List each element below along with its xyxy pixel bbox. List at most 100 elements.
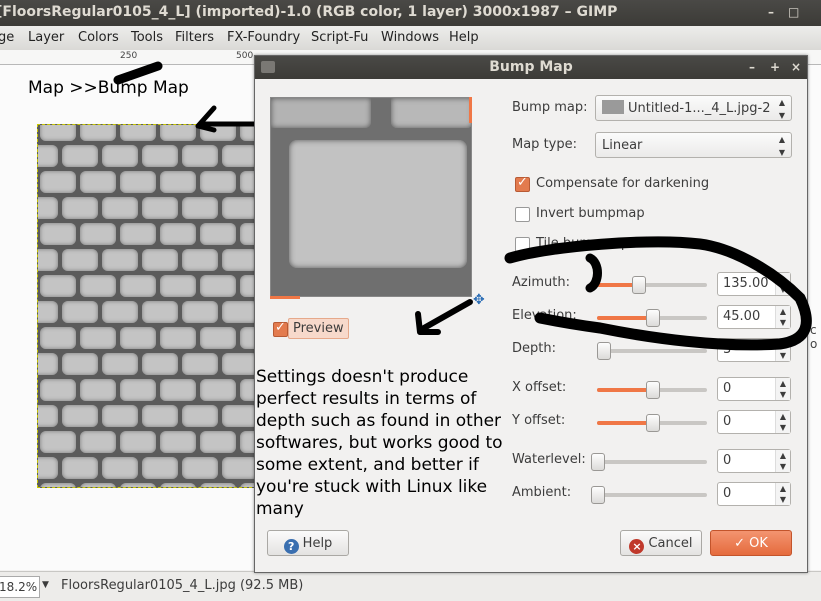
slider-spinbox[interactable]: 0 ▲ ▼ (717, 449, 791, 473)
cobblestone (102, 301, 138, 323)
slider-spinbox[interactable]: 0 ▲ ▼ (717, 410, 791, 434)
cobblestone (160, 275, 196, 297)
comment-annotation: Settings doesn't produce perfect results… (256, 367, 503, 519)
cobblestone (40, 379, 76, 401)
cobblestone (182, 249, 218, 271)
dialog-titlebar: Bump Map – + × (255, 56, 807, 79)
invert-bumpmap-checkbox[interactable] (515, 207, 530, 222)
cobblestone (182, 197, 218, 219)
cobblestone (222, 301, 256, 323)
cobblestone (200, 171, 236, 193)
decrement-icon[interactable]: ▼ (775, 461, 790, 472)
slider-track[interactable] (597, 381, 707, 399)
slider-handle[interactable] (591, 453, 605, 471)
window-title: [FloorsRegular0105_4_L] (imported)-1.0 (… (0, 4, 618, 20)
cobblestone (182, 457, 218, 479)
decrement-icon[interactable]: ▼ (775, 422, 790, 433)
increment-icon[interactable]: ▲ (775, 483, 790, 494)
decrement-icon[interactable]: ▼ (775, 389, 790, 400)
dialog-maximize-icon[interactable]: + (770, 56, 780, 79)
slider-label: Y offset: (512, 413, 566, 428)
cobblestone (80, 223, 116, 245)
increment-icon[interactable]: ▲ (775, 378, 790, 389)
increment-icon[interactable]: ▲ (775, 411, 790, 422)
preview-checkbox[interactable] (273, 320, 288, 337)
menu-colors[interactable]: Colors (78, 30, 119, 45)
ok-button[interactable]: ✓ OK (710, 530, 792, 556)
cobblestone (62, 353, 98, 375)
highlight-scribble-icon (415, 236, 812, 351)
cobblestone (62, 405, 98, 427)
slider-label: Ambient: (512, 485, 572, 500)
compensate-checkbox[interactable] (515, 175, 530, 192)
help-button[interactable]: ? Help (267, 530, 349, 556)
cobblestone (38, 353, 58, 375)
cancel-button[interactable]: × Cancel (620, 530, 702, 556)
help-icon: ? (283, 539, 299, 554)
preview-scrollbar[interactable] (270, 296, 300, 299)
zoom-field[interactable]: 18.2% (0, 576, 40, 598)
map-type-label: Map type: (512, 137, 577, 152)
cobblestone (142, 457, 178, 479)
bump-map-select[interactable]: Untitled-1..._4_L.jpg-2 ▲ ▼ (595, 95, 792, 121)
clipped-label-fragment: co (810, 323, 818, 351)
slider-spinbox[interactable]: 0 ▲ ▼ (717, 377, 791, 401)
cobblestone (102, 353, 138, 375)
menu-help[interactable]: Help (449, 30, 479, 45)
menu-script-fu[interactable]: Script-Fu (311, 30, 368, 45)
menu-tools[interactable]: Tools (131, 30, 163, 45)
menu-windows[interactable]: Windows (381, 30, 439, 45)
slider-handle[interactable] (646, 381, 660, 399)
cobblestone (40, 327, 76, 349)
map-type-select[interactable]: Linear ▲ ▼ (595, 132, 792, 158)
maximize-icon[interactable]: □ (788, 0, 799, 24)
cobblestone (200, 223, 236, 245)
dialog-minimize-icon[interactable]: – (749, 56, 755, 79)
minimize-icon[interactable]: – (768, 0, 774, 24)
status-file-info: FloorsRegular0105_4_L.jpg (92.5 MB) (61, 578, 304, 593)
slider-spinbox[interactable]: 0 ▲ ▼ (717, 482, 791, 506)
slider-track[interactable] (597, 414, 707, 432)
menu-fx-foundry[interactable]: FX-Foundry (227, 30, 300, 45)
menu-image[interactable]: ge (0, 30, 14, 45)
compensate-label: Compensate for darkening (536, 176, 710, 191)
slider-value: 0 (723, 453, 732, 468)
preview-vscrollbar[interactable] (469, 97, 472, 123)
decrement-icon[interactable]: ▼ (775, 494, 790, 505)
cobblestone (160, 171, 196, 193)
slider-handle[interactable] (646, 414, 660, 432)
map-type-value: Linear (602, 138, 643, 153)
cobblestone (102, 405, 138, 427)
cobblestone (222, 405, 256, 427)
cobblestone (80, 327, 116, 349)
slider-track[interactable] (591, 486, 707, 504)
slider-track[interactable] (591, 453, 707, 471)
cancel-label: Cancel (648, 536, 693, 551)
zoom-dropdown-icon[interactable]: ▼ (42, 580, 49, 590)
cobblestone (120, 379, 156, 401)
cobblestone (40, 171, 76, 193)
cobblestone (142, 249, 178, 271)
help-label: Help (302, 536, 333, 551)
slider-handle[interactable] (591, 486, 605, 504)
slider-value: 0 (723, 486, 732, 501)
slider-fill (597, 421, 652, 425)
slider-label: X offset: (512, 380, 567, 395)
cobblestone (142, 405, 178, 427)
combo-arrows-icon: ▲ ▼ (778, 98, 785, 120)
cancel-icon: × (629, 539, 645, 554)
cobblestone (102, 249, 138, 271)
cobblestone (222, 249, 256, 271)
menu-filters[interactable]: Filters (175, 30, 214, 45)
cobblestone (142, 353, 178, 375)
menu-layer[interactable]: Layer (28, 30, 64, 45)
image-canvas[interactable] (37, 124, 257, 488)
cobblestone (160, 431, 196, 453)
arrow-annotation-icon (113, 61, 263, 133)
cobblestone (80, 275, 116, 297)
cobblestone (120, 431, 156, 453)
increment-icon[interactable]: ▲ (775, 450, 790, 461)
dialog-close-icon[interactable]: × (791, 56, 801, 79)
cobblestone (62, 249, 98, 271)
cobblestone (38, 145, 58, 167)
